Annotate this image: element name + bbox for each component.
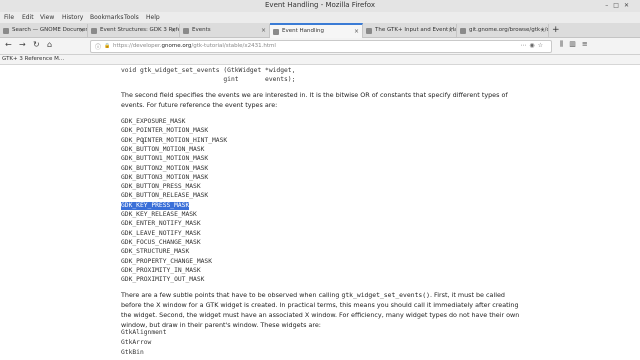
- event-mask-item-selected: GDK_KEY_PRESS_MASK: [121, 201, 190, 210]
- reload-icon[interactable]: ↻: [33, 40, 40, 49]
- info-icon[interactable]: ⓘ: [95, 42, 101, 51]
- event-mask-item: GDK_LEAVE_NOTIFY_MASK: [121, 229, 201, 237]
- code-signature-line1: void gtk_widget_set_events (GtkWidget *w…: [121, 67, 296, 74]
- paragraph-subtle-points: There are a few subtle points that have …: [121, 291, 520, 329]
- page-icon: [91, 27, 97, 34]
- back-icon[interactable]: ←: [5, 40, 12, 49]
- page-content: void gtk_widget_set_events (GtkWidget *w…: [0, 65, 640, 360]
- url-bar[interactable]: ⓘ 🔒 https://developer.gnome.org/gtk-tuto…: [90, 40, 552, 53]
- url-text[interactable]: https://developer.gnome.org/gtk-tutorial…: [113, 42, 276, 51]
- close-icon[interactable]: ✕: [624, 2, 634, 9]
- close-tab-icon[interactable]: ×: [540, 24, 545, 37]
- event-mask-item: GDK_BUTTON_RELEASE_MASK: [121, 192, 209, 200]
- event-mask-item: GDK_FOCUS_CHANGE_MASK: [121, 238, 201, 246]
- event-mask-item: GDK_BUTTON_MOTION_MASK: [121, 145, 205, 153]
- menu-tools[interactable]: Tools: [124, 14, 139, 21]
- event-mask-item: GDK_BUTTON2_MOTION_MASK: [121, 164, 209, 172]
- forward-icon[interactable]: →: [19, 40, 26, 49]
- bookmarks-toolbar: GTK+ 3 Reference M...: [0, 55, 640, 65]
- menu-bookmarks[interactable]: Bookmarks: [90, 14, 124, 21]
- event-mask-item: GDK_POINTER_MOTION_HINT_MASK: [121, 136, 228, 144]
- more-icon[interactable]: ⋯: [520, 42, 529, 49]
- event-mask-item: GDK_BUTTON1_MOTION_MASK: [121, 155, 209, 163]
- maximize-icon[interactable]: □: [613, 2, 624, 9]
- page-icon: [183, 27, 189, 34]
- menubar: File Edit View History Bookmarks Tools H…: [0, 12, 640, 23]
- page-icon: [273, 28, 279, 35]
- pocket-icon[interactable]: ◉: [529, 42, 537, 49]
- close-tab-icon[interactable]: ×: [448, 24, 453, 37]
- new-tab-icon[interactable]: +: [552, 24, 560, 37]
- sidebar-icon[interactable]: ▥: [569, 40, 582, 48]
- library-icon[interactable]: ⫼: [560, 40, 569, 48]
- window-controls[interactable]: –□✕: [605, 2, 634, 9]
- bookmark-gtk-reference[interactable]: GTK+ 3 Reference M...: [2, 56, 64, 62]
- event-mask-item: GDK_STRUCTURE_MASK: [121, 248, 190, 256]
- page-icon: [460, 27, 466, 34]
- event-mask-item: GDK_EXPOSURE_MASK: [121, 118, 186, 125]
- toolbar-right: ⫼▥≡: [560, 40, 594, 49]
- widget-name: GtkArrow: [121, 339, 152, 346]
- menu-history[interactable]: History: [62, 14, 83, 21]
- text-cursor-icon: I: [142, 137, 145, 146]
- lock-icon: 🔒: [104, 43, 111, 49]
- bookmark-star-icon[interactable]: ☆: [538, 42, 546, 49]
- widget-name: GtkAlignment: [121, 329, 167, 336]
- page-icon: [366, 27, 372, 34]
- navigation-toolbar: ← → ↻ ⌂ ⓘ 🔒 https://developer.gnome.org/…: [0, 38, 640, 55]
- close-tab-icon[interactable]: ×: [171, 24, 176, 37]
- tab-gtk-input[interactable]: The GTK+ Input and Event Ha ×: [363, 24, 457, 37]
- menu-icon[interactable]: ≡: [582, 40, 594, 48]
- search-icon: [3, 27, 9, 34]
- tab-git-gnome[interactable]: git.gnome.org/browse/gtk+/c ×: [457, 24, 549, 37]
- event-mask-item: GDK_KEY_RELEASE_MASK: [121, 211, 197, 218]
- tab-search-gnome[interactable]: Search — GNOME Documenta ×: [0, 24, 88, 37]
- tab-events[interactable]: Events ×: [180, 24, 270, 37]
- event-mask-item: GDK_PROXIMITY_OUT_MASK: [121, 276, 205, 284]
- tab-event-handling[interactable]: Event Handling ×: [270, 23, 363, 38]
- menu-view[interactable]: View: [40, 14, 54, 21]
- url-actions: ⋯◉☆: [520, 42, 546, 49]
- close-tab-icon[interactable]: ×: [261, 24, 266, 37]
- event-mask-item: GDK_BUTTON3_MOTION_MASK: [121, 173, 209, 181]
- menu-edit[interactable]: Edit: [22, 14, 34, 21]
- close-tab-icon[interactable]: ×: [354, 25, 359, 38]
- code-signature-line2: gint events);: [121, 76, 296, 83]
- event-mask-item: GDK_PROXIMITY_IN_MASK: [121, 266, 201, 274]
- menu-file[interactable]: File: [4, 14, 14, 21]
- window-title: Event Handling - Mozilla Firefox: [265, 1, 375, 9]
- tab-event-structures[interactable]: Event Structures: GDK 3 Refe ×: [88, 24, 180, 37]
- event-mask-item: GDK_BUTTON_PRESS_MASK: [121, 183, 201, 191]
- paragraph-event-types: The second field specifies the events we…: [121, 91, 508, 109]
- event-mask-item: GDK_POINTER_MOTION_MASK: [121, 127, 209, 135]
- home-icon[interactable]: ⌂: [47, 40, 52, 49]
- close-tab-icon[interactable]: ×: [79, 24, 84, 37]
- event-mask-item: GDK_ENTER_NOTIFY_MASK: [121, 220, 201, 228]
- event-mask-item: GDK_PROPERTY_CHANGE_MASK: [121, 257, 212, 265]
- tab-bar: Search — GNOME Documenta × Event Structur…: [0, 23, 640, 38]
- menu-help[interactable]: Help: [146, 14, 160, 21]
- widget-name: GtkBin: [121, 349, 144, 356]
